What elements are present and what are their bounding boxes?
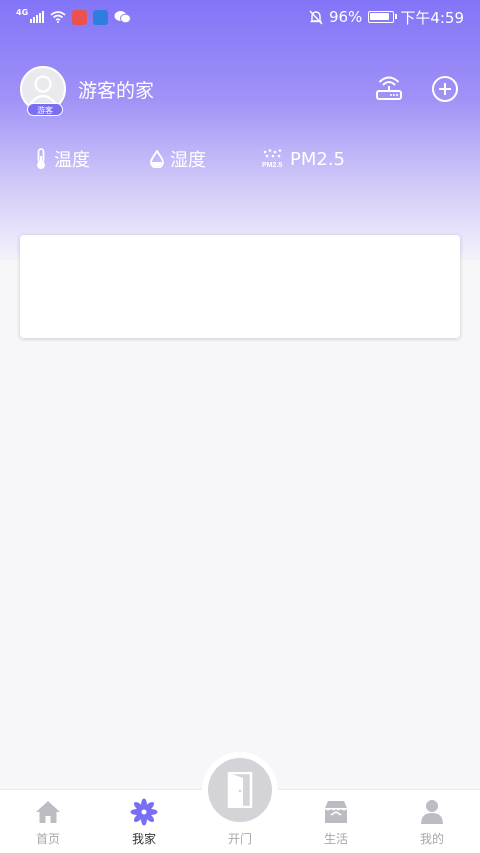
tab-me[interactable]: 我的 <box>384 790 480 853</box>
sensor-humidity[interactable]: 湿度 <box>150 146 262 172</box>
status-bar: 4G 96% 下午4:59 <box>0 0 480 34</box>
battery-percent: 96% <box>328 8 363 26</box>
store-icon <box>325 801 347 823</box>
water-drop-icon <box>150 150 164 168</box>
router-button[interactable] <box>374 74 404 104</box>
user-icon <box>421 800 443 824</box>
bell-muted-icon <box>309 10 323 24</box>
tab-label: 生活 <box>323 832 348 846</box>
network-type: 4G <box>16 7 29 17</box>
sensor-label: 湿度 <box>170 150 206 171</box>
sensor-temperature[interactable]: 温度 <box>34 146 150 172</box>
guest-badge: 游客 <box>27 103 63 116</box>
pm25-icon: PM2.5 <box>262 149 282 169</box>
sensor-label: 温度 <box>54 150 90 171</box>
home-name[interactable]: 游客的家 <box>78 76 154 103</box>
home-icon <box>36 801 60 823</box>
open-door-button[interactable] <box>208 758 272 822</box>
tab-label: 我的 <box>419 832 444 846</box>
plus-circle-icon <box>432 76 458 102</box>
avatar[interactable]: 游客 <box>20 66 66 116</box>
tab-life[interactable]: 生活 <box>288 790 384 853</box>
wifi-icon <box>50 11 66 23</box>
door-icon <box>227 772 253 808</box>
status-time: 下午4:59 <box>400 8 464 27</box>
flower-icon <box>130 798 158 826</box>
tab-home[interactable]: 首页 <box>0 790 96 853</box>
tab-my-home[interactable]: 我家 <box>96 790 192 853</box>
signal-icon <box>30 11 45 23</box>
shield-app-icon <box>93 9 109 25</box>
add-button[interactable] <box>430 74 460 104</box>
header-background <box>0 0 480 260</box>
tab-label: 首页 <box>35 832 60 846</box>
thermometer-icon <box>37 148 45 169</box>
home-header: 游客 游客的家 <box>20 64 460 116</box>
sensor-row: 温度 湿度 PM2.5 PM2.5 <box>34 144 345 174</box>
tab-label: 开门 <box>227 832 252 846</box>
battery-icon <box>368 11 398 23</box>
sensor-label: PM2.5 <box>290 148 346 170</box>
tab-label: 我家 <box>131 832 156 846</box>
device-card[interactable] <box>20 235 460 338</box>
svg-text:PM2.5: PM2.5 <box>262 162 282 169</box>
sensor-pm25[interactable]: PM2.5 PM2.5 <box>262 149 345 170</box>
router-icon <box>376 76 402 100</box>
open-door-button-wrap <box>202 752 278 828</box>
wechat-icon <box>114 11 132 24</box>
app-notification-icon <box>72 9 88 25</box>
